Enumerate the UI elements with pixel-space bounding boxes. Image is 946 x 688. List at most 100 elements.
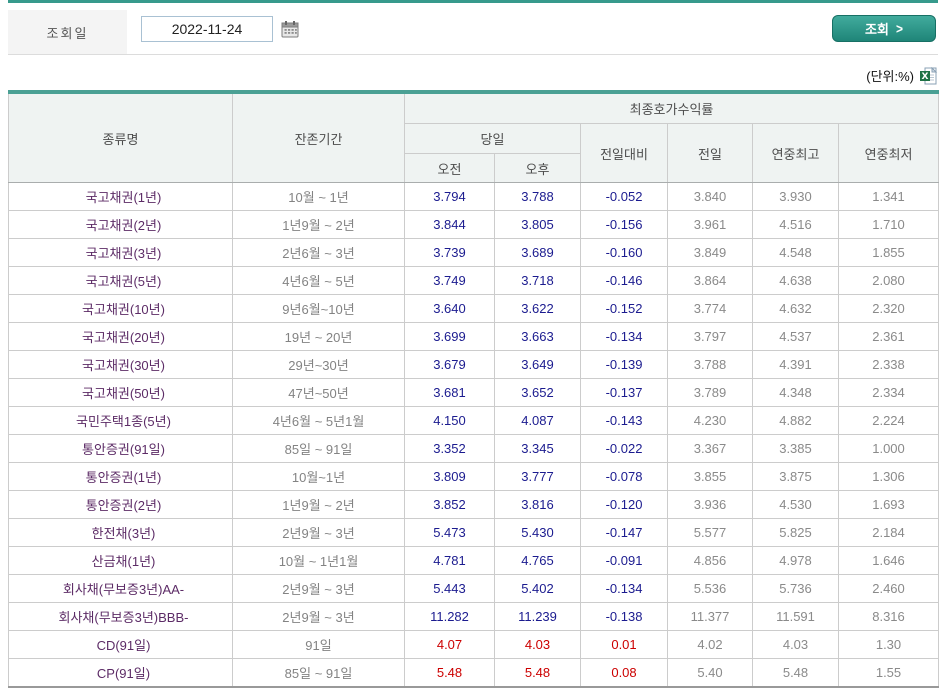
prev-day-yield: 11.377 — [667, 602, 753, 631]
day-change: 0.01 — [580, 630, 668, 659]
pm-yield: 4.03 — [494, 630, 581, 659]
year-low: 2.334 — [837, 378, 940, 407]
calendar-icon-svg — [281, 20, 299, 37]
am-yield: 5.443 — [404, 574, 495, 603]
pm-yield: 5.430 — [494, 518, 581, 547]
am-yield: 3.739 — [404, 238, 495, 267]
bond-name: 회사채(무보증3년)BBB- — [8, 602, 233, 631]
year-low: 2.184 — [837, 518, 940, 547]
day-change: -0.022 — [580, 434, 668, 463]
year-high: 4.348 — [752, 378, 839, 407]
day-change: -0.091 — [580, 546, 668, 575]
remaining-period: 10월 ~ 1년 — [232, 182, 405, 211]
search-button-label: 조회 — [865, 22, 889, 37]
year-high: 5.48 — [752, 658, 839, 688]
table-row: CD(91일) 91일 4.07 4.03 0.01 4.02 4.03 1.30 — [8, 630, 940, 659]
day-change: -0.139 — [580, 350, 668, 379]
remaining-period: 2년9월 ~ 3년 — [232, 518, 405, 547]
remaining-period: 19년 ~ 20년 — [232, 322, 405, 351]
prev-day-yield: 3.855 — [667, 462, 753, 491]
day-change: -0.160 — [580, 238, 668, 267]
table-row: 국민주택1종(5년) 4년6월 ~ 5년1월 4.150 4.087 -0.143 4.2… — [8, 406, 940, 435]
prev-day-yield: 4.856 — [667, 546, 753, 575]
bond-name: 통안증권(91일) — [8, 434, 233, 463]
day-change: -0.078 — [580, 462, 668, 491]
bond-name: 국고채권(2년) — [8, 210, 233, 239]
prev-day-yield: 5.536 — [667, 574, 753, 603]
remaining-period: 29년~30년 — [232, 350, 405, 379]
table-row: 국고채권(2년) 1년9월 ~ 2년 3.844 3.805 -0.156 3.961 4.… — [8, 210, 940, 239]
am-yield: 11.282 — [404, 602, 495, 631]
year-high: 5.736 — [752, 574, 839, 603]
am-yield: 3.699 — [404, 322, 495, 351]
year-low: 2.224 — [837, 406, 940, 435]
unit-note: (단위:%) — [866, 69, 914, 84]
remaining-period: 1년9월 ~ 2년 — [232, 490, 405, 519]
date-controls — [127, 3, 299, 54]
header-period: 잔존기간 — [232, 91, 405, 183]
pm-yield: 5.402 — [494, 574, 581, 603]
year-low: 2.460 — [837, 574, 940, 603]
day-change: -0.138 — [580, 602, 668, 631]
year-high: 4.516 — [752, 210, 839, 239]
header-today: 당일 — [404, 123, 581, 154]
prev-day-yield: 3.789 — [667, 378, 753, 407]
am-yield: 4.781 — [404, 546, 495, 575]
pm-yield: 3.788 — [494, 182, 581, 211]
excel-icon-svg: X — [920, 66, 938, 84]
year-high: 4.632 — [752, 294, 839, 323]
pm-yield: 3.777 — [494, 462, 581, 491]
year-high: 4.882 — [752, 406, 839, 435]
year-low: 1.710 — [837, 210, 940, 239]
excel-download-icon[interactable]: X — [919, 66, 938, 85]
table-body: 국고채권(1년) 10월 ~ 1년 3.794 3.788 -0.052 3.840 3.9… — [8, 182, 940, 688]
header-yield-group: 최종호가수익률 — [403, 91, 940, 124]
year-low: 2.080 — [837, 266, 940, 295]
am-yield: 3.681 — [404, 378, 495, 407]
bond-name: 국고채권(30년) — [8, 350, 233, 379]
remaining-period: 4년6월 ~ 5년1월 — [232, 406, 405, 435]
header-year-low: 연중최저 — [837, 123, 940, 183]
am-yield: 3.352 — [404, 434, 495, 463]
year-high: 3.930 — [752, 182, 839, 211]
pm-yield: 11.239 — [494, 602, 581, 631]
date-input[interactable] — [141, 15, 273, 42]
day-change: -0.137 — [580, 378, 668, 407]
header-type: 종류명 — [8, 91, 233, 183]
day-change: -0.152 — [580, 294, 668, 323]
prev-day-yield: 4.02 — [667, 630, 753, 659]
year-high: 4.978 — [752, 546, 839, 575]
remaining-period: 47년~50년 — [232, 378, 405, 407]
remaining-period: 10월~1년 — [232, 462, 405, 491]
prev-day-yield: 3.788 — [667, 350, 753, 379]
prev-day-yield: 3.774 — [667, 294, 753, 323]
day-change: -0.156 — [580, 210, 668, 239]
table-row: CP(91일) 85일 ~ 91일 5.48 5.48 0.08 5.40 5.48 1.55 — [8, 658, 940, 688]
table-row: 국고채권(10년) 9년6월~10년 3.640 3.622 -0.152 3.774 4.… — [8, 294, 940, 323]
bond-name: 통안증권(2년) — [8, 490, 233, 519]
table-row: 통안증권(91일) 85일 ~ 91일 3.352 3.345 -0.022 3.367 3… — [8, 434, 940, 463]
pm-yield: 3.816 — [494, 490, 581, 519]
search-button[interactable]: 조회 > — [832, 15, 936, 42]
bond-name: 국고채권(50년) — [8, 378, 233, 407]
year-high: 11.591 — [752, 602, 839, 631]
unit-row: (단위:%) X — [8, 66, 938, 85]
bond-name: CP(91일) — [8, 658, 233, 688]
pm-yield: 3.649 — [494, 350, 581, 379]
pm-yield: 3.652 — [494, 378, 581, 407]
year-low: 1.855 — [837, 238, 940, 267]
prev-day-yield: 3.367 — [667, 434, 753, 463]
am-yield: 3.679 — [404, 350, 495, 379]
remaining-period: 91일 — [232, 630, 405, 659]
year-low: 2.361 — [837, 322, 940, 351]
remaining-period: 10월 ~ 1년1월 — [232, 546, 405, 575]
pm-yield: 3.718 — [494, 266, 581, 295]
prev-day-yield: 3.961 — [667, 210, 753, 239]
remaining-period: 2년6월 ~ 3년 — [232, 238, 405, 267]
year-high: 4.530 — [752, 490, 839, 519]
header-am: 오전 — [404, 153, 495, 183]
table-row: 산금채(1년) 10월 ~ 1년1월 4.781 4.765 -0.091 4.856 4.… — [8, 546, 940, 575]
bond-name: 국고채권(5년) — [8, 266, 233, 295]
calendar-icon[interactable] — [281, 20, 299, 38]
